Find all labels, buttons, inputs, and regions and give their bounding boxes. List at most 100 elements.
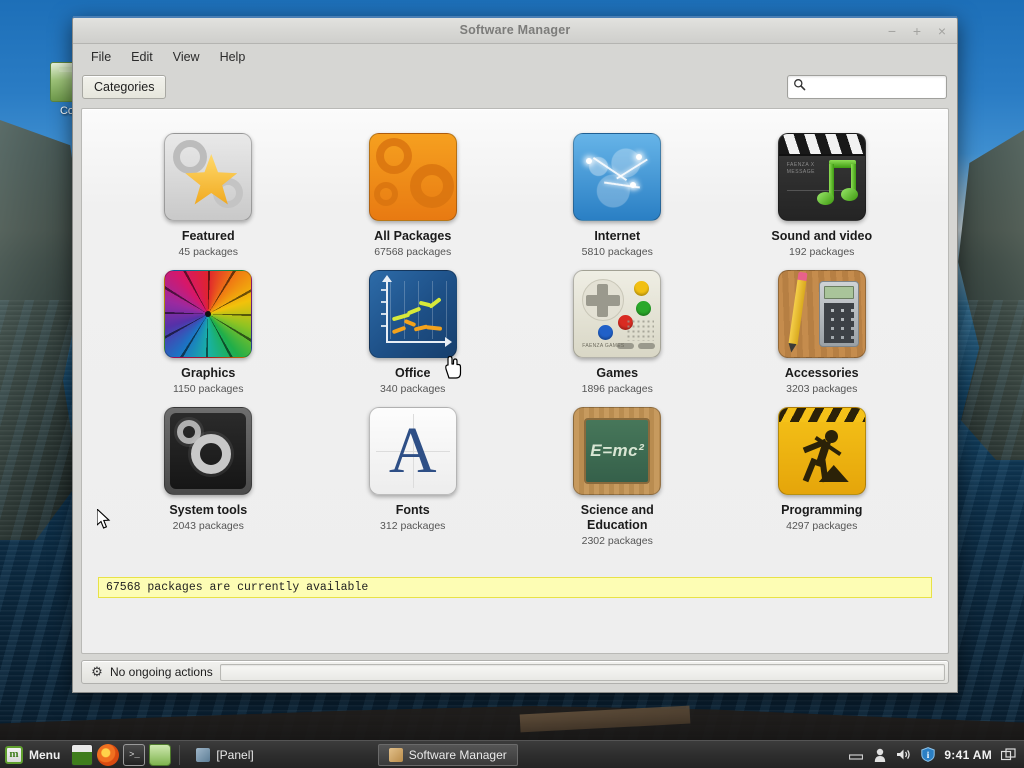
window-title: Software Manager [459,23,571,37]
category-label: All Packages [374,229,452,243]
category-count: 2302 packages [581,535,653,547]
category-count: 5810 packages [581,246,653,258]
category-system-tools[interactable]: System tools 2043 packages [106,399,311,547]
software-manager-window: Software Manager − + × File Edit View He… [72,16,965,693]
category-programming[interactable]: Programming 4297 packages [720,399,925,547]
gear-icon: ⚙ [91,664,103,679]
window-controls: − + × [885,17,949,44]
accessories-calculator-icon [777,270,866,358]
category-label: Office [395,366,431,380]
categories-content-area: Featured 45 packages All Packages 67568 … [81,108,949,654]
taskbar: m Menu >_ [Panel] Software Manager i 9:4… [0,740,1024,768]
category-count: 3203 packages [786,383,858,395]
category-count: 1150 packages [173,383,244,395]
category-label: Science and Education [580,503,654,532]
search-input[interactable] [806,80,965,94]
category-graphics[interactable]: Graphics 1150 packages [106,262,311,395]
science-chalkboard-icon: E=mc² [573,407,662,495]
volume-icon[interactable] [896,747,911,762]
taskbar-item-label: Software Manager [408,747,507,762]
office-chart-icon [368,270,457,358]
minimize-button[interactable]: − [885,24,899,38]
progress-bar [219,663,945,681]
category-count: 45 packages [178,246,239,258]
category-label: Games [596,366,639,380]
file-manager-icon[interactable] [149,743,172,766]
internet-globe-icon [573,133,662,221]
chalkboard-text: E=mc² [584,418,651,484]
menu-edit[interactable]: Edit [123,47,161,67]
taskbar-item-label: [Panel] [216,747,254,762]
taskbar-item-panel[interactable]: [Panel] [186,744,263,766]
statusbar: ⚙ No ongoing actions [81,660,949,684]
categories-grid: Featured 45 packages All Packages 67568 … [82,109,948,547]
infobar-text: 67568 packages are currently available [106,581,369,594]
mint-logo-icon: m [5,745,23,764]
packages-available-infobar: 67568 packages are currently available [98,577,932,598]
category-science-and-education[interactable]: E=mc² Science and Education 2302 package… [515,399,720,547]
category-fonts[interactable]: A Fonts 312 packages [311,399,516,547]
category-internet[interactable]: Internet 5810 packages [515,125,720,258]
category-office[interactable]: Office 340 packages [311,262,516,395]
firefox-icon[interactable] [97,743,120,766]
terminal-icon[interactable]: >_ [123,743,146,766]
category-count: 192 packages [789,246,855,258]
software-manager-icon [388,747,403,762]
search-icon [793,78,806,96]
close-button[interactable]: × [935,24,949,38]
menu-button-label: Menu [29,747,61,762]
games-gamepad-icon: FAENZA GAMES [573,270,662,358]
status-text: No ongoing actions [110,665,213,679]
category-count: 67568 packages [374,246,452,258]
search-box[interactable] [787,75,965,99]
fonts-glyph: A [388,414,437,487]
panel-icon [196,747,211,762]
window-titlebar[interactable]: Software Manager − + × [73,16,957,44]
category-count: 312 packages [380,520,446,532]
category-accessories[interactable]: Accessories 3203 packages [720,262,925,395]
category-label: Accessories [784,366,859,380]
featured-star-icon [164,133,253,221]
category-sound-and-video[interactable]: FAENZA X MESSAGE Sound and video 192 pack… [720,125,925,258]
keyboard-layout-icon[interactable] [848,747,863,762]
system-tray: i 9:41 AM [848,747,1024,762]
menu-view[interactable]: View [165,47,208,67]
category-games[interactable]: FAENZA GAMES Games 1896 packages [515,262,720,395]
desktop-wallpaper-pier [0,705,1024,740]
category-count: 2043 packages [172,520,244,532]
category-count: 1896 packages [581,383,653,395]
show-desktop-icon[interactable] [71,743,94,766]
category-count: 4297 packages [786,520,858,532]
category-label: Internet [594,229,641,243]
menubar: File Edit View Help [73,44,957,69]
category-label: Sound and video [771,229,873,243]
all-packages-gears-icon [368,133,457,221]
category-label: Fonts [395,503,430,517]
category-count: 340 packages [380,383,446,395]
category-label: System tools [169,503,248,517]
update-shield-icon[interactable]: i [920,747,935,762]
category-all-packages[interactable]: All Packages 67568 packages [311,125,516,258]
desktop: Co Software Manager − + × File Edit View… [0,0,1024,768]
sound-video-note-icon: FAENZA X MESSAGE [777,133,866,221]
menu-help[interactable]: Help [212,47,254,67]
menu-file[interactable]: File [83,47,119,67]
category-label: Featured [181,229,235,243]
graphics-colorwheel-icon [164,270,253,358]
system-tools-cogs-icon [164,407,253,495]
menu-button[interactable]: m Menu [0,742,69,768]
programming-worker-icon [777,407,866,495]
taskbar-item-software-manager[interactable]: Software Manager [377,743,518,766]
category-featured[interactable]: Featured 45 packages [106,125,311,258]
category-label: Graphics [181,366,236,380]
workspace-switcher-icon[interactable] [1001,747,1016,762]
toolbar: Categories [73,69,965,105]
clock[interactable]: 9:41 AM [944,748,992,762]
category-label: Programming [781,503,863,517]
categories-button[interactable]: Categories [82,75,167,99]
fonts-letter-a-icon: A [368,407,457,495]
user-account-icon[interactable] [872,747,887,762]
maximize-button[interactable]: + [910,24,924,38]
desktop-wallpaper-cliff-right [958,130,1024,460]
taskbar-separator [179,744,181,765]
